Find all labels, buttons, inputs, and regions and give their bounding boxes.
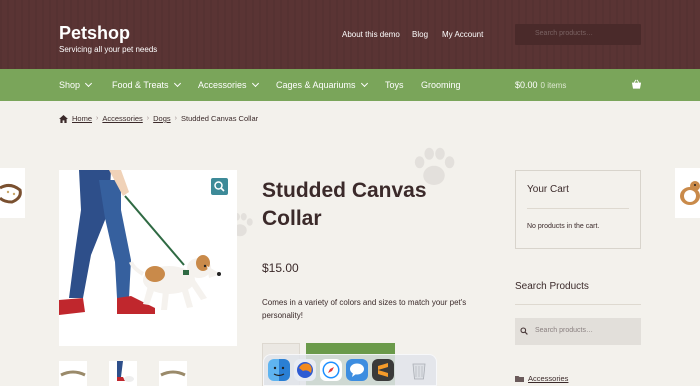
previous-product-thumbnail[interactable] xyxy=(0,168,25,218)
safari-icon[interactable] xyxy=(320,359,342,381)
messages-icon[interactable] xyxy=(346,359,368,381)
nav-item-shop[interactable]: Shop xyxy=(59,79,93,90)
site-header: Petshop Servicing all your pet needs Abo… xyxy=(0,0,700,69)
breadcrumb-current: Studded Canvas Collar xyxy=(181,114,259,123)
cart-widget-title: Your Cart xyxy=(527,184,569,195)
product-image[interactable] xyxy=(59,170,237,346)
trash-icon[interactable] xyxy=(408,359,430,381)
site-title[interactable]: Petshop xyxy=(59,23,130,44)
zoom-button[interactable] xyxy=(211,178,228,195)
sublime-text-icon[interactable] xyxy=(372,359,394,381)
header-search-input[interactable]: Search products… xyxy=(515,24,641,45)
gallery-thumbnail[interactable] xyxy=(159,361,187,386)
sidebar-search-input[interactable]: Search products… xyxy=(515,318,641,345)
basket-icon[interactable] xyxy=(631,79,642,90)
chevron-down-icon xyxy=(84,79,93,88)
nav-item-label: Cages & Aquariums xyxy=(276,80,356,90)
product-title: Studded Canvas Collar xyxy=(262,179,427,230)
link-my-account[interactable]: My Account xyxy=(442,30,483,39)
cart-total: $0.00 xyxy=(515,80,538,90)
link-about-demo[interactable]: About this demo xyxy=(342,30,400,39)
divider xyxy=(527,208,629,209)
next-product-thumbnail[interactable] xyxy=(675,168,700,218)
firefox-icon[interactable] xyxy=(294,359,316,381)
home-icon xyxy=(59,114,68,123)
nav-item-toys[interactable]: Toys xyxy=(385,80,404,90)
chevron-down-icon xyxy=(360,79,368,88)
chevron-down-icon xyxy=(251,79,259,88)
category-link-accessories[interactable]: Accessories xyxy=(515,374,568,383)
breadcrumb-separator: › xyxy=(174,115,177,122)
breadcrumb-separator: › xyxy=(96,115,99,122)
nav-item-cages-aquariums[interactable]: Cages & Aquariums xyxy=(276,79,368,90)
gallery-thumbnail[interactable] xyxy=(59,361,87,386)
gallery-thumbnail[interactable] xyxy=(109,361,137,386)
nav-item-label: Food & Treats xyxy=(112,80,169,90)
cart-count: 0 items xyxy=(540,81,567,90)
nav-item-grooming[interactable]: Grooming xyxy=(421,80,461,90)
nav-item-label: Toys xyxy=(385,80,404,90)
magnifier-icon xyxy=(214,181,225,192)
product-price: $15.00 xyxy=(262,261,299,275)
search-icon xyxy=(520,327,528,335)
category-link-label: Accessories xyxy=(528,374,569,383)
folder-icon xyxy=(515,376,524,382)
cart-widget xyxy=(515,170,641,249)
primary-navigation: Shop Food & Treats Accessories Cages & A… xyxy=(0,69,700,101)
nav-item-label: Shop xyxy=(59,80,81,90)
product-description: Comes in a variety of colors and sizes t… xyxy=(262,298,467,320)
nav-item-food-treats[interactable]: Food & Treats xyxy=(112,79,181,90)
cart-empty-message: No products in the cart. xyxy=(527,223,600,230)
breadcrumb-dogs[interactable]: Dogs xyxy=(153,114,171,123)
breadcrumb: Home › Accessories › Dogs › Studded Canv… xyxy=(59,114,258,123)
finder-icon[interactable] xyxy=(268,359,290,381)
header-cart[interactable]: $0.00 0 items xyxy=(515,80,566,90)
breadcrumb-accessories[interactable]: Accessories xyxy=(102,114,142,123)
divider xyxy=(515,304,641,305)
nav-item-label: Grooming xyxy=(421,80,461,90)
link-blog[interactable]: Blog xyxy=(412,30,428,39)
chevron-down-icon xyxy=(173,79,181,88)
nav-item-label: Accessories xyxy=(198,80,247,90)
dog-walking-photo xyxy=(59,170,221,317)
site-description: Servicing all your pet needs xyxy=(59,45,158,54)
search-widget-title: Search Products xyxy=(515,281,589,292)
breadcrumb-separator: › xyxy=(146,115,150,122)
nav-item-accessories[interactable]: Accessories xyxy=(198,79,259,90)
breadcrumb-home[interactable]: Home xyxy=(72,114,92,123)
